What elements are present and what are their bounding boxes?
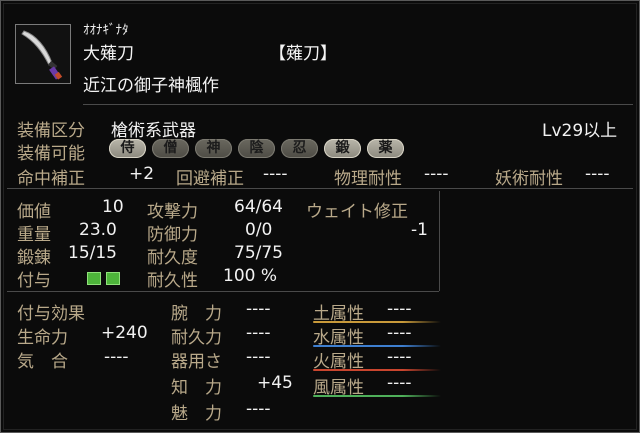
stat-weight: 23.0	[79, 220, 117, 240]
effect-value: ----	[246, 323, 271, 343]
enchant-slot-icon	[106, 272, 120, 285]
element-underline	[313, 395, 441, 397]
element-value: ----	[387, 373, 412, 393]
stat-label-value: 価値	[17, 202, 51, 222]
equip-class-label: 装備区分	[17, 121, 85, 141]
equip-class-value: 槍術系武器	[111, 121, 196, 141]
element-underline	[313, 369, 441, 371]
stat-label-enchant: 付与	[17, 271, 51, 291]
equip-class-badges: 侍 僧 神 陰 忍 鍛 薬	[109, 139, 404, 158]
stat-value: 10	[102, 197, 124, 217]
stat-defense: 0/0	[245, 220, 273, 240]
item-category: 【薙刀】	[269, 44, 337, 64]
effect-label: 耐久力	[171, 328, 222, 348]
class-badge-medic: 薬	[367, 139, 404, 158]
item-reading: ｵｵﾅｷﾞﾅﾀ	[83, 23, 129, 38]
effects-title: 付与効果	[17, 304, 85, 324]
effect-value: +45	[257, 373, 293, 393]
modifier-label: 命中補正	[17, 169, 85, 189]
divider	[439, 191, 440, 291]
equip-usable-label: 装備可能	[17, 144, 85, 164]
stat-training: 15/15	[68, 243, 117, 263]
stat-label-defense: 防御力	[147, 225, 198, 245]
weight-mod-value: -1	[411, 220, 428, 240]
item-detail-panel: ｵｵﾅｷﾞﾅﾀ 大薙刀 【薙刀】 近江の御子神楓作 装備区分 槍術系武器 Lv2…	[0, 0, 640, 433]
naginata-icon	[15, 24, 71, 84]
modifier-value: ----	[424, 164, 449, 184]
divider	[83, 104, 633, 105]
item-maker: 近江の御子神楓作	[83, 76, 219, 96]
effect-value: +240	[101, 323, 148, 343]
modifier-value: +2	[129, 164, 155, 184]
class-badge-smith: 鍛	[324, 139, 361, 158]
stat-attack: 64/64	[234, 197, 283, 217]
effect-label: 魅 力	[171, 404, 222, 424]
effect-label: 腕 力	[171, 304, 222, 324]
effect-label: 気 合	[17, 352, 68, 372]
stat-label-training: 鍛錬	[17, 248, 51, 268]
effect-label: 知 力	[171, 378, 222, 398]
effect-value: ----	[104, 347, 129, 367]
enchant-slots	[87, 270, 125, 289]
element-value: ----	[387, 323, 412, 343]
stat-label-attack: 攻撃力	[147, 202, 198, 222]
stat-durability: 75/75	[234, 243, 283, 263]
weight-mod-label: ウェイト修正	[306, 202, 408, 222]
stat-resilience: 100 %	[223, 266, 278, 286]
class-badge-ninja: 忍	[281, 139, 318, 158]
class-badge-priest: 神	[195, 139, 232, 158]
element-value: ----	[387, 299, 412, 319]
modifier-label: 回避補正	[176, 169, 244, 189]
stat-label-weight: 重量	[17, 225, 51, 245]
modifier-label: 妖術耐性	[495, 169, 563, 189]
divider	[7, 188, 633, 189]
divider	[7, 291, 439, 292]
effect-label: 器用さ	[171, 352, 222, 372]
stat-label-durability: 耐久度	[147, 248, 198, 268]
element-value: ----	[387, 347, 412, 367]
stat-label-resilience: 耐久性	[147, 271, 198, 291]
effect-value: ----	[246, 399, 271, 419]
effect-value: ----	[246, 299, 271, 319]
class-badge-onmyoji: 陰	[238, 139, 275, 158]
class-badge-monk: 僧	[152, 139, 189, 158]
level-requirement: Lv29以上	[542, 121, 618, 141]
effect-label: 生命力	[17, 328, 68, 348]
effect-value: ----	[246, 347, 271, 367]
item-name: 大薙刀	[83, 44, 134, 64]
enchant-slot-icon	[87, 272, 101, 285]
modifier-value: ----	[263, 164, 288, 184]
class-badge-samurai: 侍	[109, 139, 146, 158]
modifier-label: 物理耐性	[334, 169, 402, 189]
modifier-value: ----	[585, 164, 610, 184]
